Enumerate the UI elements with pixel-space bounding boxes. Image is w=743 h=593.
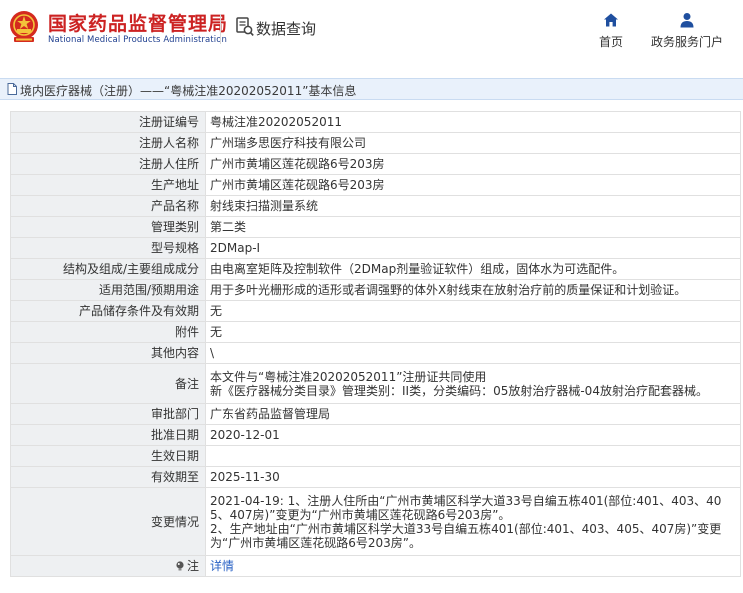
table-row: 审批部门 广东省药品监督管理局 bbox=[10, 403, 741, 425]
user-icon bbox=[680, 13, 694, 28]
nav-service-portal[interactable]: 政务服务门户 bbox=[648, 12, 726, 52]
field-label: 产品储存条件及有效期 bbox=[10, 300, 206, 322]
document-icon bbox=[7, 83, 17, 95]
site-title[interactable]: 国家药品监督管理局 bbox=[48, 9, 228, 36]
table-row: 注册人住所 广州市黄埔区莲花砚路6号203房 bbox=[10, 153, 741, 175]
data-query-icon bbox=[236, 17, 254, 36]
site-subtitle: National Medical Products Administration bbox=[48, 35, 227, 45]
field-value: 2025-11-30 bbox=[205, 466, 741, 488]
field-label: 注册人名称 bbox=[10, 132, 206, 154]
field-label: 管理类别 bbox=[10, 216, 206, 238]
table-row: 批准日期 2020-12-01 bbox=[10, 424, 741, 446]
field-value: 由电离室矩阵及控制软件（2DMap剂量验证软件）组成，固体水为可选配件。 bbox=[205, 258, 741, 280]
field-value: 用于多叶光栅形成的适形或者调强野的体外X射线束在放射治疗前的质量保证和计划验证。 bbox=[205, 279, 741, 301]
table-row: 其他内容 \ bbox=[10, 342, 741, 364]
field-label: 生效日期 bbox=[10, 445, 206, 467]
field-label: 有效期至 bbox=[10, 466, 206, 488]
field-value: 第二类 bbox=[205, 216, 741, 238]
field-value: 本文件与“粤械注准20202052011”注册证共同使用 新《医疗器械分类目录》… bbox=[205, 363, 741, 404]
table-row: 备注 本文件与“粤械注准20202052011”注册证共同使用 新《医疗器械分类… bbox=[10, 363, 741, 404]
note-label-cell: 注 bbox=[10, 555, 206, 577]
field-label: 审批部门 bbox=[10, 403, 206, 425]
field-label: 生产地址 bbox=[10, 174, 206, 196]
field-label: 注册证编号 bbox=[10, 111, 206, 133]
home-icon bbox=[604, 13, 618, 27]
change-line: 2、生产地址由“广州市黄埔区科学大道33号自编五栋401(部位:401、403、… bbox=[210, 521, 722, 536]
remark-line: 本文件与“粤械注准20202052011”注册证共同使用 bbox=[210, 369, 487, 384]
field-value: 广州市黄埔区莲花砚路6号203房 bbox=[205, 174, 741, 196]
field-value: 粤械注准20202052011 bbox=[205, 111, 741, 133]
table-row: 注册人名称 广州瑞多思医疗科技有限公司 bbox=[10, 132, 741, 154]
table-row: 管理类别 第二类 bbox=[10, 216, 741, 238]
change-line: 2021-04-19: 1、注册人住所由“广州市黄埔区科学大道33号自编五栋40… bbox=[210, 493, 722, 508]
details-link[interactable]: 详情 bbox=[210, 559, 234, 573]
data-query-title: 数据查询 bbox=[256, 20, 317, 38]
field-value: 2021-04-19: 1、注册人住所由“广州市黄埔区科学大道33号自编五栋40… bbox=[205, 487, 741, 556]
table-row: 生效日期 bbox=[10, 445, 741, 467]
table-row: 变更情况 2021-04-19: 1、注册人住所由“广州市黄埔区科学大道33号自… bbox=[10, 487, 741, 556]
field-label: 其他内容 bbox=[10, 342, 206, 364]
nav-home-label: 首页 bbox=[598, 35, 623, 49]
table-row: 生产地址 广州市黄埔区莲花砚路6号203房 bbox=[10, 174, 741, 196]
nav-service-label: 政务服务门户 bbox=[650, 35, 723, 49]
table-row: 注册证编号 粤械注准20202052011 bbox=[10, 111, 741, 133]
registration-detail-table: 注册证编号 粤械注准20202052011 注册人名称 广州瑞多思医疗科技有限公… bbox=[10, 111, 741, 577]
field-value: 无 bbox=[205, 321, 741, 343]
breadcrumb-text: 境内医疗器械（注册）——“粤械注准20202052011”基本信息 bbox=[20, 84, 357, 98]
field-label: 备注 bbox=[10, 363, 206, 404]
change-line: 5、407房)”变更为“广州市黄埔区莲花砚路6号203房”。 bbox=[210, 507, 511, 522]
table-row: 适用范围/预期用途 用于多叶光栅形成的适形或者调强野的体外X射线束在放射治疗前的… bbox=[10, 279, 741, 301]
field-value: 广州市黄埔区莲花砚路6号203房 bbox=[205, 153, 741, 175]
field-value bbox=[205, 445, 741, 467]
field-value: 射线束扫描测量系统 bbox=[205, 195, 741, 217]
table-row: 注 详情 bbox=[10, 555, 741, 577]
field-label: 型号规格 bbox=[10, 237, 206, 259]
field-label: 产品名称 bbox=[10, 195, 206, 217]
field-value: 详情 bbox=[205, 555, 741, 577]
field-value: \ bbox=[205, 342, 741, 364]
table-row: 产品名称 射线束扫描测量系统 bbox=[10, 195, 741, 217]
bulb-icon bbox=[176, 561, 184, 571]
table-row: 有效期至 2025-11-30 bbox=[10, 466, 741, 488]
remark-line: 新《医疗器械分类目录》管理类别：II类，分类编码：05放射治疗器械-04放射治疗… bbox=[210, 383, 708, 398]
table-row: 结构及组成/主要组成成分 由电离室矩阵及控制软件（2DMap剂量验证软件）组成，… bbox=[10, 258, 741, 280]
field-value: 2DMap-I bbox=[205, 237, 741, 259]
table-row: 产品储存条件及有效期 无 bbox=[10, 300, 741, 322]
field-label: 附件 bbox=[10, 321, 206, 343]
breadcrumb: 境内医疗器械（注册）——“粤械注准20202052011”基本信息 bbox=[0, 78, 743, 100]
field-value: 无 bbox=[205, 300, 741, 322]
nav-home[interactable]: 首页 bbox=[594, 12, 628, 52]
field-value: 广州瑞多思医疗科技有限公司 bbox=[205, 132, 741, 154]
change-line: 为“广州市黄埔区莲花砚路6号203房”。 bbox=[210, 535, 421, 550]
national-emblem-icon[interactable] bbox=[8, 10, 40, 44]
field-label: 变更情况 bbox=[10, 487, 206, 556]
field-label: 注册人住所 bbox=[10, 153, 206, 175]
header-divider bbox=[220, 14, 221, 44]
field-label: 适用范围/预期用途 bbox=[10, 279, 206, 301]
table-row: 附件 无 bbox=[10, 321, 741, 343]
note-label: 注 bbox=[186, 559, 199, 573]
field-label: 结构及组成/主要组成成分 bbox=[10, 258, 206, 280]
site-header: 国家药品监督管理局 National Medical Products Admi… bbox=[0, 0, 743, 62]
table-row: 型号规格 2DMap-I bbox=[10, 237, 741, 259]
field-value: 广东省药品监督管理局 bbox=[205, 403, 741, 425]
field-label: 批准日期 bbox=[10, 424, 206, 446]
field-value: 2020-12-01 bbox=[205, 424, 741, 446]
